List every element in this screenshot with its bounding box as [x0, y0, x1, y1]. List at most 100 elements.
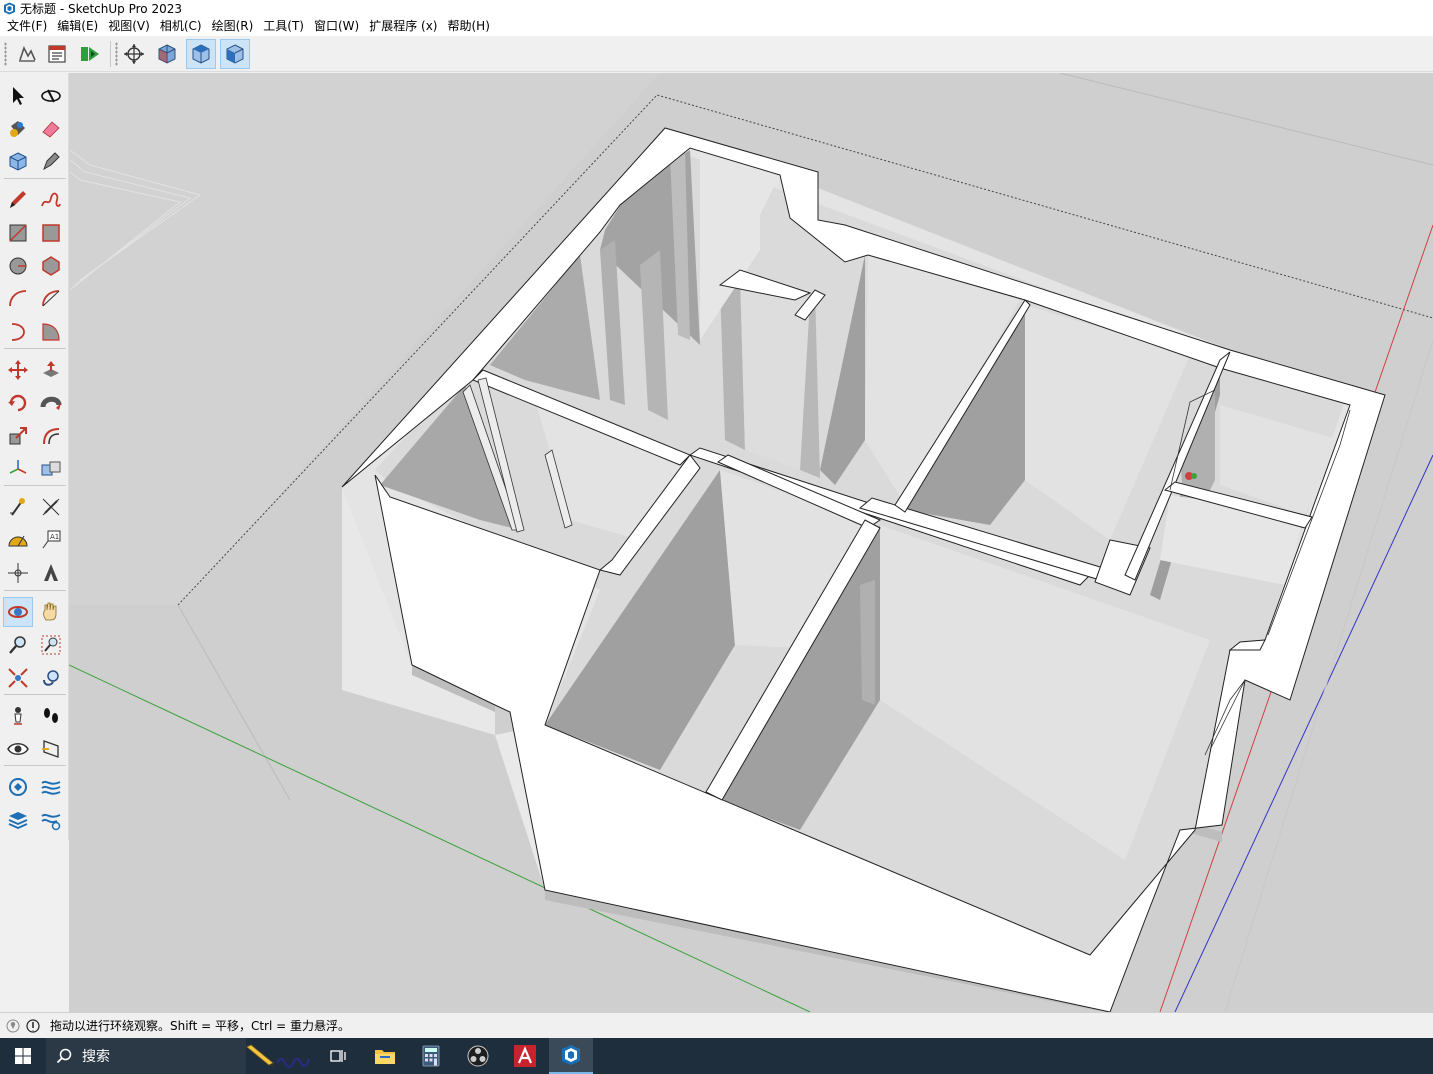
layers-flow-tool-button[interactable]	[36, 772, 66, 802]
tag-tool-tool-button[interactable]	[36, 147, 66, 177]
menu-extensions[interactable]: 扩展程序 (x)	[364, 16, 442, 36]
search-label: 搜索	[82, 1049, 110, 1065]
pen-ink-widget[interactable]	[240, 1038, 315, 1074]
menu-view[interactable]: 视图(V)	[103, 16, 155, 36]
model-viewport[interactable]	[69, 73, 1433, 1012]
menu-camera[interactable]: 相机(C)	[155, 16, 207, 36]
pan-tool-button[interactable]	[36, 597, 66, 627]
axes-tool-button[interactable]	[3, 454, 33, 484]
obs-button[interactable]	[456, 1038, 500, 1074]
zoom-extents-icon	[8, 668, 28, 688]
iso-view-button[interactable]	[152, 39, 182, 69]
model-info-button[interactable]	[42, 39, 72, 69]
component-tool-button[interactable]	[3, 147, 33, 177]
sketchup-logo-icon	[4, 2, 15, 14]
orbit-position-button[interactable]	[119, 39, 149, 69]
text-tool-button[interactable]: A1	[36, 525, 66, 555]
sketchup-icon	[562, 1045, 580, 1065]
arc-tool-button[interactable]	[3, 284, 33, 314]
circle-tool-button[interactable]	[3, 251, 33, 281]
pan-icon	[43, 602, 57, 621]
orbit-position-icon	[124, 44, 144, 64]
front-view-icon	[226, 44, 244, 64]
look-around-icon	[7, 743, 29, 755]
zoom-tool-button[interactable]	[3, 630, 33, 660]
scale-icon	[9, 427, 27, 445]
calculator-button[interactable]	[410, 1038, 452, 1074]
orbit-paint-tool-button[interactable]	[36, 81, 66, 111]
previous-view-tool-button[interactable]	[36, 663, 66, 693]
follow-me-tool-button[interactable]	[36, 388, 66, 418]
3d-warehouse-button[interactable]	[12, 39, 42, 69]
front-view-button[interactable]	[220, 39, 250, 69]
rectangle-tool-button[interactable]	[3, 218, 33, 248]
toolbar-grip[interactable]	[115, 42, 118, 66]
solid-tools-tool-button[interactable]	[36, 454, 66, 484]
menu-help[interactable]: 帮助(H)	[442, 16, 494, 36]
rotated-rectangle-tool-button[interactable]	[36, 218, 66, 248]
menu-draw[interactable]: 绘图(R)	[207, 16, 259, 36]
axes-position-icon	[8, 563, 28, 583]
toolbar-grip[interactable]	[4, 42, 7, 66]
walk-icon	[44, 708, 58, 723]
move-icon	[8, 360, 28, 380]
zoom-extents-tool-button[interactable]	[3, 663, 33, 693]
3d-text-icon	[44, 564, 58, 581]
section-plane-icon	[42, 740, 59, 758]
settings-layers-icon	[41, 813, 61, 831]
menu-file[interactable]: 文件(F)	[2, 16, 52, 36]
menu-window[interactable]: 窗口(W)	[309, 16, 364, 36]
walk-tool-button[interactable]	[36, 701, 66, 731]
top-view-button[interactable]	[186, 39, 216, 69]
status-hint: 拖动以进行环绕观察。Shift = 平移，Ctrl = 重力悬浮。	[50, 1019, 350, 1033]
layers-flow-icon	[41, 780, 61, 795]
position-camera-tool-button[interactable]	[3, 701, 33, 731]
task-view-button[interactable]	[318, 1038, 358, 1074]
autocad-button[interactable]	[504, 1038, 546, 1074]
pie-tool-button[interactable]	[36, 317, 66, 347]
push-pull-tool-button[interactable]	[36, 355, 66, 385]
iso-view-icon	[158, 44, 176, 64]
two-point-arc-tool-button[interactable]	[36, 284, 66, 314]
select-icon	[13, 87, 24, 105]
settings-layers-tool-button[interactable]	[36, 805, 66, 835]
sandbox-tool-button[interactable]	[3, 772, 33, 802]
info-icon[interactable]	[26, 1018, 40, 1033]
eraser-tool-button[interactable]	[36, 114, 66, 144]
3d-warehouse-icon	[19, 45, 36, 62]
menu-tools[interactable]: 工具(T)	[258, 16, 309, 36]
pencil-squiggle-icon	[245, 1044, 310, 1069]
text-icon: A1	[42, 530, 61, 549]
file-explorer-button[interactable]	[364, 1038, 406, 1074]
section-plane-tool-button[interactable]	[36, 734, 66, 764]
offset-tool-button[interactable]	[36, 421, 66, 451]
protractor-tool-button[interactable]	[3, 525, 33, 555]
scale-tool-button[interactable]	[3, 421, 33, 451]
three-point-arc-tool-button[interactable]	[3, 317, 33, 347]
freehand-tool-button[interactable]	[36, 185, 66, 215]
polygon-tool-button[interactable]	[36, 251, 66, 281]
position-camera-icon	[14, 707, 22, 725]
dimension-tool-button[interactable]	[36, 492, 66, 522]
menu-edit[interactable]: 编辑(E)	[52, 16, 103, 36]
stack-layers-tool-button[interactable]	[3, 805, 33, 835]
orbit-tool-button[interactable]	[3, 597, 33, 627]
zoom-window-tool-button[interactable]	[36, 630, 66, 660]
push-pull-icon	[43, 361, 59, 377]
taskbar-search[interactable]: 搜索	[46, 1038, 246, 1074]
rotate-tool-button[interactable]	[3, 388, 33, 418]
axes-position-tool-button[interactable]	[3, 558, 33, 588]
geolocation-icon[interactable]	[6, 1019, 20, 1033]
svg-text:A1: A1	[50, 533, 59, 541]
start-button[interactable]	[0, 1038, 46, 1074]
sketchup-taskbar-button[interactable]	[549, 1038, 593, 1074]
3d-text-tool-button[interactable]	[36, 558, 66, 588]
tape-measure-tool-button[interactable]	[3, 492, 33, 522]
select-tool-button[interactable]	[3, 81, 33, 111]
pencil-line-tool-button[interactable]	[3, 185, 33, 215]
move-tool-button[interactable]	[3, 355, 33, 385]
model-scene[interactable]	[69, 73, 1433, 1012]
look-around-tool-button[interactable]	[3, 734, 33, 764]
extension-warehouse-button[interactable]	[75, 39, 105, 69]
paint-bucket-tool-button[interactable]	[3, 114, 33, 144]
